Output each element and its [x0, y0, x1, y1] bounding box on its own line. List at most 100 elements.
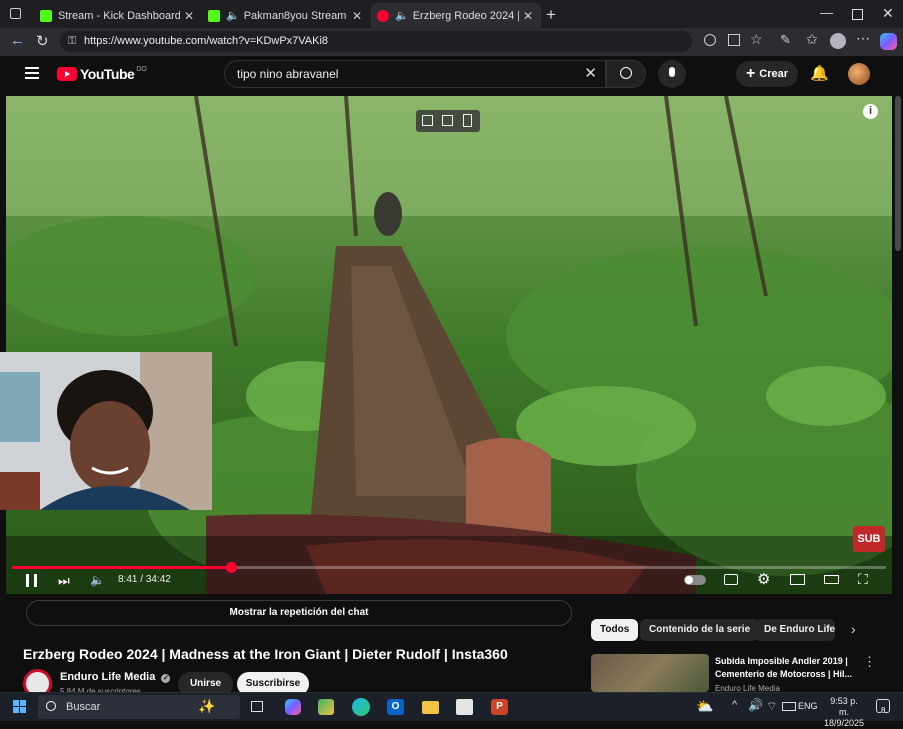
channel-name[interactable]: Enduro Life Media ✓: [60, 671, 171, 683]
account-avatar[interactable]: [848, 63, 870, 85]
settings-gear-icon[interactable]: ⚙: [757, 570, 770, 588]
capture-icon[interactable]: [442, 115, 453, 126]
total-time: 34:42: [145, 574, 171, 585]
clock-time: 9:53 p. m.: [830, 696, 858, 717]
close-tab-icon[interactable]: ✕: [184, 9, 194, 23]
video-title: Erzberg Rodeo 2024 | Madness at the Iron…: [23, 646, 508, 662]
notification-center-icon[interactable]: 8: [876, 699, 890, 715]
plus-icon: +: [745, 65, 756, 82]
next-icon[interactable]: ⏭: [58, 573, 70, 589]
autoplay-toggle[interactable]: [684, 575, 706, 585]
more-actions-icon[interactable]: ⋮: [863, 654, 876, 670]
search-input[interactable]: tipo nino abravanel ✕: [224, 60, 606, 88]
wifi-icon[interactable]: ⌔: [766, 699, 777, 714]
url-field[interactable]: ⚿ https://www.youtube.com/watch?v=KDwPx7…: [60, 31, 692, 52]
edge-app-icon[interactable]: [352, 698, 370, 716]
powerpoint-app-icon[interactable]: P: [491, 699, 508, 715]
chips-next-icon[interactable]: ›: [851, 621, 856, 637]
search-highlight-icon: ✨: [198, 698, 216, 714]
voice-search-button[interactable]: [658, 60, 686, 88]
reload-icon[interactable]: ↻: [36, 32, 49, 50]
restore-icon[interactable]: [852, 9, 863, 20]
tab-pakman-stream[interactable]: 🔈 Pakman8you Stream - Watch ✕: [202, 3, 370, 28]
taskbar-search-box[interactable]: Buscar ✨: [38, 695, 240, 719]
more-menu-icon[interactable]: ⋯: [856, 30, 870, 47]
webcam-image: [0, 352, 212, 510]
kick-favicon-icon: [208, 9, 220, 22]
create-button[interactable]: + Crear: [736, 61, 798, 87]
task-view-icon[interactable]: [251, 701, 263, 712]
pip-icon[interactable]: [422, 115, 433, 126]
notifications-bell-icon[interactable]: 🔔: [810, 64, 829, 82]
favorite-star-icon[interactable]: ☆: [750, 31, 763, 48]
browser-tab-bar: Stream - Kick Dashboard ✕ 🔈 Pakman8you S…: [0, 0, 903, 28]
page-scrollbar[interactable]: [895, 96, 901, 251]
profile-avatar[interactable]: [830, 33, 846, 49]
search-icon: [620, 67, 632, 79]
recommended-thumbnail: [591, 654, 709, 692]
reading-mode-icon[interactable]: [704, 34, 716, 46]
verified-check-icon: ✓: [161, 674, 171, 683]
minimize-icon[interactable]: —: [820, 5, 833, 20]
site-info-icon[interactable]: ⚿: [68, 31, 76, 52]
progress-played: [12, 566, 231, 569]
new-tab-icon[interactable]: +: [546, 5, 556, 25]
theater-mode-icon[interactable]: [824, 575, 839, 584]
fullscreen-icon[interactable]: ⛶: [858, 571, 868, 588]
tab-title: Stream - Kick Dashboard: [58, 9, 180, 22]
info-icon[interactable]: i: [863, 104, 878, 119]
youtube-logo[interactable]: YouTube DO: [57, 66, 147, 82]
hamburger-menu-icon[interactable]: [25, 67, 39, 79]
app-icon[interactable]: [318, 699, 334, 715]
copilot-app-icon[interactable]: [285, 699, 301, 715]
tray-overflow-icon[interactable]: ^: [732, 699, 737, 711]
weather-icon[interactable]: ⛅: [696, 698, 713, 715]
app-icon[interactable]: [456, 699, 473, 715]
chip-from-channel[interactable]: De Enduro Life M: [755, 619, 835, 641]
youtube-header: YouTube DO tipo nino abravanel ✕ + Crear…: [0, 56, 903, 94]
volume-icon[interactable]: 🔈: [90, 573, 105, 587]
windows-start-icon[interactable]: [13, 700, 26, 713]
tab-youtube-erzberg[interactable]: 🔈 Erzberg Rodeo 2024 | Madne ✕: [371, 3, 541, 28]
tab-title: Pakman8you Stream - Watch: [243, 9, 348, 22]
close-tab-icon[interactable]: ✕: [352, 9, 362, 23]
progress-bar[interactable]: [12, 562, 886, 573]
file-explorer-icon[interactable]: [422, 701, 439, 714]
video-frame: [6, 96, 892, 594]
kick-favicon-icon: [40, 9, 52, 22]
close-window-icon[interactable]: ✕: [882, 5, 894, 22]
close-tab-icon[interactable]: ✕: [523, 9, 533, 23]
back-arrow-icon[interactable]: ←: [10, 32, 25, 49]
speaker-icon: 🔈: [395, 10, 409, 22]
pause-icon[interactable]: [26, 574, 38, 587]
outlook-app-icon[interactable]: O: [387, 699, 404, 715]
recommended-channel: Enduro Life Media: [715, 684, 780, 692]
tab-actions-icon[interactable]: [10, 8, 21, 19]
volume-icon[interactable]: 🔊: [748, 698, 763, 712]
chip-series-content[interactable]: Contenido de la serie: [640, 619, 760, 641]
miniplayer-icon[interactable]: [790, 574, 805, 585]
video-player[interactable]: i SUB: [6, 96, 892, 594]
copilot-icon[interactable]: [880, 33, 897, 50]
search-button[interactable]: [606, 60, 646, 88]
extensions-icon[interactable]: ✎: [780, 32, 791, 48]
recommended-video-card[interactable]: Subida Imposible Andler 2019 | Cementeri…: [591, 654, 881, 692]
clock[interactable]: 9:53 p. m. 18/9/2025: [824, 696, 864, 729]
clear-search-icon[interactable]: ✕: [584, 64, 597, 82]
progress-scrubber[interactable]: [225, 562, 237, 573]
subtitles-icon[interactable]: [724, 574, 738, 585]
tab-kick-dashboard[interactable]: Stream - Kick Dashboard ✕: [34, 3, 202, 28]
favorites-icon[interactable]: ✩: [806, 31, 818, 48]
url-text: https://www.youtube.com/watch?v=KDwPx7VA…: [84, 35, 329, 47]
clipboard-icon[interactable]: [463, 114, 472, 127]
battery-icon[interactable]: [782, 702, 796, 711]
time-display: 8:41 / 34:42: [118, 574, 171, 585]
chat-replay-button[interactable]: Mostrar la repetición del chat: [26, 600, 572, 626]
chip-todos[interactable]: Todos: [591, 619, 639, 641]
microphone-icon: [669, 67, 675, 77]
language-indicator[interactable]: ENG: [798, 701, 818, 711]
address-bar: ← ↻ ⚿ https://www.youtube.com/watch?v=KD…: [0, 28, 903, 56]
apps-icon[interactable]: [728, 34, 740, 46]
youtube-favicon-icon: [377, 9, 389, 22]
channel-watermark[interactable]: SUB: [853, 526, 885, 552]
